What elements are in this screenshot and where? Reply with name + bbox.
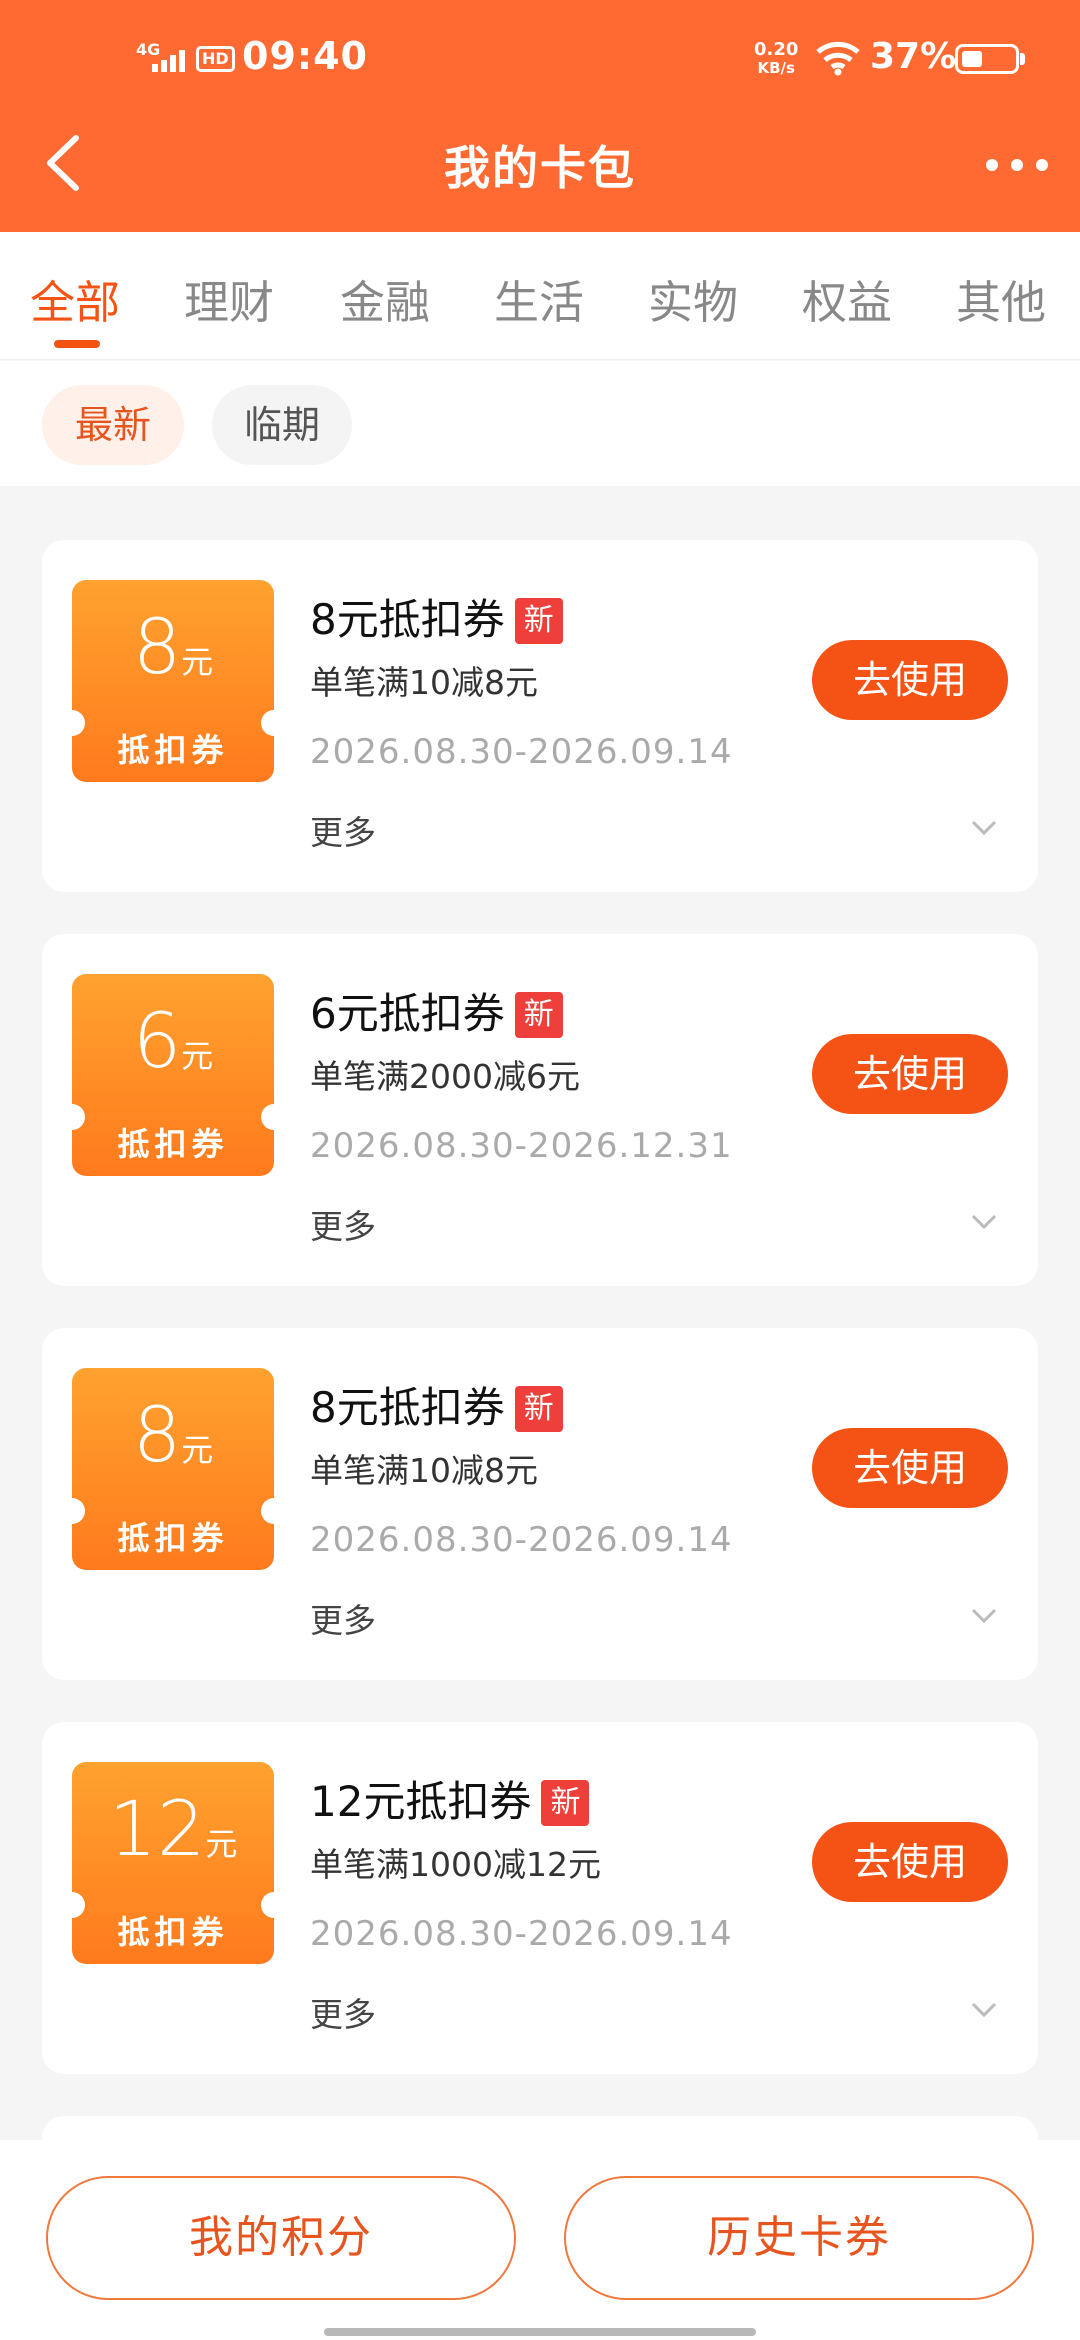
coupon-date: 2026.08.30-2026.12.31 [310,1126,733,1166]
filter-expiring[interactable]: 临期 [212,385,352,465]
coupon-amount: 6元 [132,996,214,1085]
coupon-type: 抵扣券 [117,1125,229,1163]
battery-icon [955,44,1019,74]
tab-finance[interactable]: 金融 [340,266,430,331]
my-points-button[interactable]: 我的积分 [46,2176,516,2300]
coupon-date: 2026.08.30-2026.09.14 [310,1914,733,1954]
coupon-ticket: 12元 抵扣券 [59,1762,287,1964]
coupon-card: 8元 抵扣券 8元抵扣券新 单笔满10减8元 2026.08.30-2026.0… [42,540,1038,892]
new-badge: 新 [541,1780,590,1826]
page-title: 我的卡包 [444,141,636,195]
filter-latest[interactable]: 最新 [42,385,184,465]
new-badge: 新 [514,992,563,1038]
use-button[interactable]: 去使用 [812,1428,1008,1508]
active-tab-indicator [54,340,100,348]
speed-unit: KB/s [757,59,795,77]
coupon-ticket: 6元 抵扣券 [59,974,287,1176]
coupon-ticket: 8元 抵扣券 [59,1368,287,1570]
coupon-more[interactable]: 更多 [310,1200,376,1248]
tab-other[interactable]: 其他 [956,266,1046,331]
tab-wealth[interactable]: 理财 [184,266,274,331]
coupon-amount: 8元 [132,602,214,691]
new-badge: 新 [514,598,563,644]
chevron-down-icon[interactable] [970,1606,998,1626]
use-button[interactable]: 去使用 [812,640,1008,720]
signal-icon [152,50,185,72]
coupon-card: 8元 抵扣券 8元抵扣券新 单笔满10减8元 2026.08.30-2026.0… [42,1328,1038,1680]
coupon-desc: 单笔满10减8元 [310,1451,538,1490]
use-button[interactable]: 去使用 [812,1034,1008,1114]
tab-life[interactable]: 生活 [494,266,584,331]
coupon-card: 12元 抵扣券 12元抵扣券新 单笔满1000减12元 2026.08.30-2… [42,1722,1038,2074]
coupon-amount: 8元 [132,1390,214,1479]
speed-value: 0.20 [754,39,799,60]
coupon-title: 8元抵扣券新 [310,1374,563,1435]
app-header: 4G HD 09:40 0.20 KB/s 37% 我的卡包 [0,0,1080,232]
coupon-more[interactable]: 更多 [310,1594,376,1642]
home-indicator[interactable] [324,2328,756,2336]
coupon-more[interactable]: 更多 [310,1988,376,2036]
chevron-down-icon[interactable] [970,1212,998,1232]
network-speed: 0.20 KB/s [754,40,798,78]
wifi-icon [816,41,860,76]
tab-benefits[interactable]: 权益 [802,266,892,331]
coupon-type: 抵扣券 [117,1519,229,1557]
coupon-amount: 12元 [108,1784,238,1873]
new-badge: 新 [514,1386,563,1432]
coupon-title: 12元抵扣券新 [310,1768,590,1829]
history-coupons-button[interactable]: 历史卡券 [564,2176,1034,2300]
coupon-type: 抵扣券 [117,731,229,769]
tab-physical[interactable]: 实物 [648,266,738,331]
chevron-down-icon[interactable] [970,2000,998,2020]
coupon-title: 6元抵扣券新 [310,980,563,1041]
filter-bar: 最新 临期 [0,361,1080,486]
coupon-desc: 单笔满2000减6元 [310,1057,580,1096]
coupon-desc: 单笔满10减8元 [310,663,538,702]
hd-icon: HD [196,46,235,72]
category-tabs: 全部 理财 金融 生活 实物 权益 其他 [0,232,1080,360]
coupon-title: 8元抵扣券新 [310,586,563,647]
battery-tip [1020,53,1025,65]
chevron-down-icon[interactable] [970,818,998,838]
tab-all[interactable]: 全部 [30,266,120,331]
coupon-ticket: 8元 抵扣券 [59,580,287,782]
coupon-type: 抵扣券 [117,1913,229,1951]
coupon-date: 2026.08.30-2026.09.14 [310,732,733,772]
coupon-desc: 单笔满1000减12元 [310,1845,601,1884]
coupon-card: 6元 抵扣券 6元抵扣券新 单笔满2000减6元 2026.08.30-2026… [42,934,1038,1286]
bottom-bar: 我的积分 历史卡券 [0,2140,1080,2340]
battery-percent: 37% [870,36,957,77]
more-dots-icon[interactable] [984,150,1050,180]
coupon-date: 2026.08.30-2026.09.14 [310,1520,733,1560]
coupon-more[interactable]: 更多 [310,806,376,854]
status-time: 09:40 [242,34,368,78]
use-button[interactable]: 去使用 [812,1822,1008,1902]
status-bar: 4G HD 09:40 0.20 KB/s 37% [0,0,1080,120]
